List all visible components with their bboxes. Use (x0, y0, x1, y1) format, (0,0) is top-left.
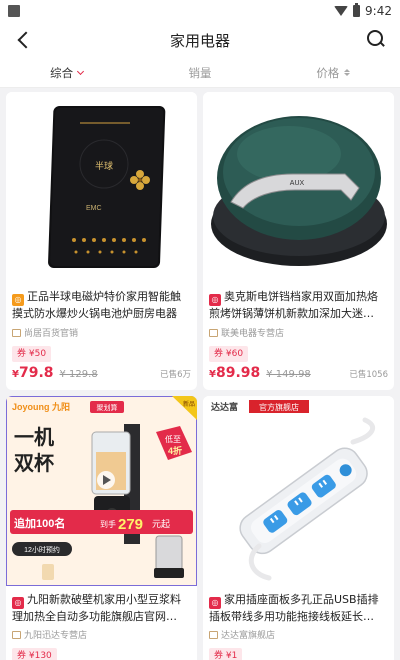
sort-bar: 综合 销量 价格 (0, 58, 400, 88)
promo-label: 聚划算 (97, 403, 118, 412)
product-title: ◎ 奥克斯电饼铛档家用双面加热烙煎烤饼锅薄饼机新款加深加大迷… (209, 290, 378, 320)
new-badge: 新品 (183, 400, 195, 408)
product-image: 达达富 官方旗舰店 (203, 396, 394, 586)
svg-text:EMC: EMC (86, 205, 102, 212)
shop-name[interactable]: 达达富旗舰店 (209, 628, 275, 641)
status-time: 9:42 (365, 4, 392, 18)
coupon-badge: 券 ¥60 (209, 346, 249, 362)
wifi-icon (334, 6, 349, 16)
shop-icon (209, 630, 218, 639)
back-arrow-icon[interactable] (12, 28, 36, 52)
original-price: ¥ 149.98 (266, 369, 311, 380)
coupon-badge: 券 ¥130 (12, 648, 57, 660)
battery-icon (353, 3, 361, 17)
sort-price[interactable]: 价格 (267, 65, 400, 81)
notification-icon (8, 5, 20, 17)
product-image: 半球 EMC (6, 92, 197, 282)
banner-price-suffix: 元起 (152, 519, 170, 529)
sort-price-label: 价格 (316, 65, 340, 80)
store-tag-icon: ◎ (12, 597, 24, 609)
flagship-label: 官方旗舰店 (259, 402, 299, 412)
product-title: ◎ 正品半球电磁炉特价家用智能触摸式防水爆炒火锅电池炉厨房电器 (12, 290, 181, 320)
brand-text: AUX (290, 180, 305, 187)
banner-timer: 12小时预约 (24, 545, 60, 554)
banner-headline-1: 一机 (14, 425, 54, 449)
price-row: ¥89.98 ¥ 149.98 已售1056 (209, 365, 388, 381)
original-price: ¥ 129.8 (59, 369, 98, 380)
coupon-badge: 券 ¥50 (12, 346, 52, 362)
product-card[interactable]: 半球 EMC ◎ 正品半球电磁炉特价家用智能触摸式防水爆炒火锅电池炉厨房电器 尚居… (6, 92, 197, 390)
shop-name[interactable]: 九阳迅达专营店 (12, 628, 87, 641)
coupon-badge: 券 ¥1 (209, 648, 243, 660)
shop-icon (12, 328, 21, 337)
banner-headline-2: 双杯 (14, 451, 54, 475)
sort-comprehensive[interactable]: 综合 (0, 65, 133, 81)
product-image: AUX (203, 92, 394, 282)
shop-name[interactable]: 尚居百货官销 (12, 326, 78, 339)
banner-price: 279 (118, 516, 143, 533)
app-bar: 家用电器 (0, 22, 400, 58)
sold-count: 已售6万 (160, 370, 191, 380)
discount-2: 4折 (168, 445, 182, 456)
search-icon[interactable] (366, 29, 386, 49)
sort-updown-icon (344, 69, 351, 76)
brand-logo: 达达富 (211, 401, 238, 412)
product-card[interactable]: Joyoung 九阳 聚划算 新品 一机 双杯 低至 4折 追加100名 到手 … (6, 396, 197, 660)
product-title: ◎ 九阳新款破壁机家用小型豆浆料理加热全自动多功能旗舰店官网… (12, 593, 181, 623)
status-right: 9:42 (334, 3, 392, 18)
sold-count: 已售1056 (349, 370, 388, 380)
sort-sales-label: 销量 (188, 65, 212, 80)
sort-comprehensive-label: 综合 (50, 65, 74, 80)
page-title: 家用电器 (169, 31, 230, 50)
shop-name[interactable]: 联美电器专营店 (209, 326, 284, 339)
price: ¥79.8 (12, 365, 54, 381)
store-tag-icon: ◎ (209, 597, 221, 609)
brand-logo: Joyoung 九阳 (12, 401, 70, 412)
price-row: ¥79.8 ¥ 129.8 已售6万 (12, 365, 191, 381)
product-card[interactable]: AUX ◎ 奥克斯电饼铛档家用双面加热烙煎烤饼锅薄饼机新款加深加大迷… 联美电器专… (203, 92, 394, 390)
sort-sales[interactable]: 销量 (133, 65, 266, 81)
discount-1: 低至 (165, 434, 181, 444)
product-image: Joyoung 九阳 聚划算 新品 一机 双杯 低至 4折 追加100名 到手 … (6, 396, 197, 586)
store-tag-icon: ◎ (209, 294, 221, 306)
product-title: ◎ 家用插座面板多孔正品USB插排插板带线多用功能拖接线板延长… (209, 593, 379, 623)
shop-icon (12, 630, 21, 639)
store-tag-icon: ◎ (12, 294, 24, 306)
status-bar: 9:42 (0, 0, 400, 22)
brand-text: 半球 (95, 160, 113, 171)
product-card[interactable]: 达达富 官方旗舰店 ◎家用插座面板多孔正品USB插排插板带线多用功能拖接线板延 (203, 396, 394, 660)
banner-add: 追加100名 (14, 516, 65, 530)
banner-price-prefix: 到手 (100, 519, 116, 529)
price: ¥89.98 (209, 365, 261, 381)
shop-icon (209, 328, 218, 337)
chevron-down-icon (77, 67, 85, 75)
